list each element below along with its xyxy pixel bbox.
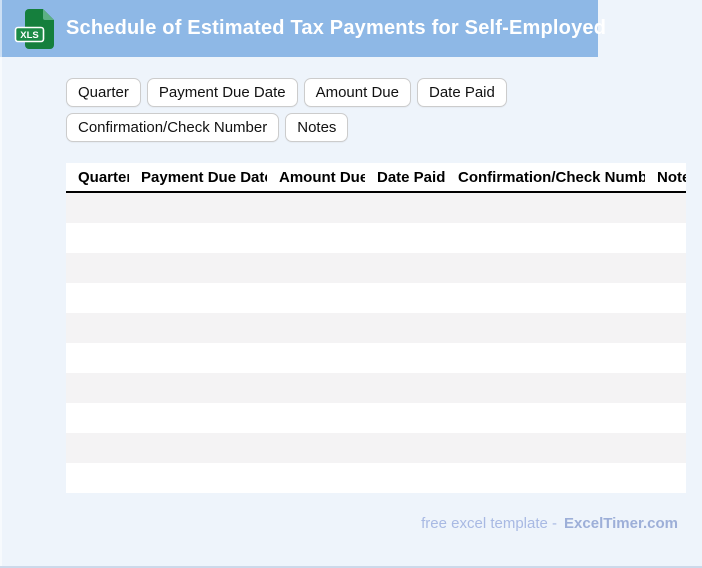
table-cell[interactable]: [645, 403, 686, 433]
table-cell[interactable]: [66, 403, 129, 433]
table-cell[interactable]: [446, 313, 645, 343]
column-header-date-paid: Date Paid: [365, 163, 446, 193]
spreadsheet-preview: Quarter Payment Due Date Amount Due Date…: [66, 163, 686, 493]
table-row[interactable]: [66, 283, 686, 313]
table-cell[interactable]: [645, 253, 686, 283]
svg-text:XLS: XLS: [20, 30, 38, 41]
table-cell[interactable]: [446, 192, 645, 223]
table-cell[interactable]: [645, 223, 686, 253]
table-row[interactable]: [66, 253, 686, 283]
table-row[interactable]: [66, 403, 686, 433]
table-cell[interactable]: [446, 463, 645, 493]
footer-brand-link[interactable]: ExcelTimer.com: [564, 515, 678, 532]
table-cell[interactable]: [267, 253, 365, 283]
table-cell[interactable]: [645, 192, 686, 223]
table-cell[interactable]: [267, 433, 365, 463]
table-cell[interactable]: [129, 313, 267, 343]
table-cell[interactable]: [446, 223, 645, 253]
table-cell[interactable]: [365, 433, 446, 463]
table-cell[interactable]: [129, 463, 267, 493]
xls-file-icon: XLS: [13, 6, 59, 52]
table-cell[interactable]: [365, 343, 446, 373]
table-cell[interactable]: [129, 373, 267, 403]
table-cell[interactable]: [267, 192, 365, 223]
table-row[interactable]: [66, 192, 686, 223]
chip-amount-due[interactable]: Amount Due: [303, 78, 411, 107]
table-cell[interactable]: [267, 283, 365, 313]
table-cell[interactable]: [365, 373, 446, 403]
chip-date-paid[interactable]: Date Paid: [416, 78, 507, 107]
table-row[interactable]: [66, 463, 686, 493]
table-cell[interactable]: [365, 223, 446, 253]
table-cell[interactable]: [446, 283, 645, 313]
table-cell[interactable]: [129, 403, 267, 433]
table-row[interactable]: [66, 373, 686, 403]
table-cell[interactable]: [267, 223, 365, 253]
table-cell[interactable]: [446, 403, 645, 433]
table-cell[interactable]: [446, 433, 645, 463]
table-cell[interactable]: [129, 253, 267, 283]
table-cell[interactable]: [66, 223, 129, 253]
table-cell[interactable]: [129, 343, 267, 373]
table-cell[interactable]: [365, 313, 446, 343]
footer: free excel template - ExcelTimer.com: [0, 515, 678, 532]
table-cell[interactable]: [267, 343, 365, 373]
table-cell[interactable]: [645, 373, 686, 403]
schedule-table: Quarter Payment Due Date Amount Due Date…: [66, 163, 686, 493]
table-cell[interactable]: [365, 463, 446, 493]
table-cell[interactable]: [645, 463, 686, 493]
column-header-payment-due-date: Payment Due Date: [129, 163, 267, 193]
column-header-quarter: Quarter: [66, 163, 129, 193]
field-chip-list: Quarter Payment Due Date Amount Due Date…: [66, 78, 697, 142]
table-cell[interactable]: [446, 253, 645, 283]
chip-notes[interactable]: Notes: [285, 113, 349, 142]
table-row[interactable]: [66, 223, 686, 253]
table-cell[interactable]: [129, 223, 267, 253]
chip-quarter[interactable]: Quarter: [66, 78, 141, 107]
table-cell[interactable]: [267, 463, 365, 493]
table-cell[interactable]: [365, 403, 446, 433]
chip-payment-due-date[interactable]: Payment Due Date: [146, 78, 298, 107]
table-cell[interactable]: [66, 343, 129, 373]
chip-confirmation-check-number[interactable]: Confirmation/Check Number: [66, 113, 280, 142]
table-cell[interactable]: [267, 403, 365, 433]
table-cell[interactable]: [66, 433, 129, 463]
table-cell[interactable]: [645, 283, 686, 313]
window-edge-left: [0, 0, 2, 568]
table-cell[interactable]: [645, 433, 686, 463]
title-bar: XLS Schedule of Estimated Tax Payments f…: [0, 0, 606, 57]
table-cell[interactable]: [129, 192, 267, 223]
table-cell[interactable]: [66, 253, 129, 283]
footer-text: free excel template -: [421, 515, 558, 532]
table-cell[interactable]: [66, 463, 129, 493]
table-cell[interactable]: [446, 373, 645, 403]
table-cell[interactable]: [267, 373, 365, 403]
table-row[interactable]: [66, 433, 686, 463]
table-cell[interactable]: [645, 343, 686, 373]
table-body: [66, 192, 686, 493]
table-cell[interactable]: [446, 343, 645, 373]
table-row[interactable]: [66, 313, 686, 343]
table-cell[interactable]: [129, 283, 267, 313]
table-cell[interactable]: [365, 283, 446, 313]
table-cell[interactable]: [66, 192, 129, 223]
table-cell[interactable]: [645, 313, 686, 343]
table-row[interactable]: [66, 343, 686, 373]
column-header-confirmation-check-number: Confirmation/Check Number: [446, 163, 645, 193]
column-header-notes: Notes: [645, 163, 686, 193]
table-cell[interactable]: [129, 433, 267, 463]
table-cell[interactable]: [267, 313, 365, 343]
table-cell[interactable]: [66, 283, 129, 313]
table-cell[interactable]: [66, 373, 129, 403]
table-cell[interactable]: [365, 192, 446, 223]
page-title: Schedule of Estimated Tax Payments for S…: [66, 17, 607, 39]
table-cell[interactable]: [66, 313, 129, 343]
column-header-amount-due: Amount Due: [267, 163, 365, 193]
table-header-row: Quarter Payment Due Date Amount Due Date…: [66, 163, 686, 193]
table-cell[interactable]: [365, 253, 446, 283]
page: { "header": { "title": "Schedule of Esti…: [0, 0, 702, 568]
